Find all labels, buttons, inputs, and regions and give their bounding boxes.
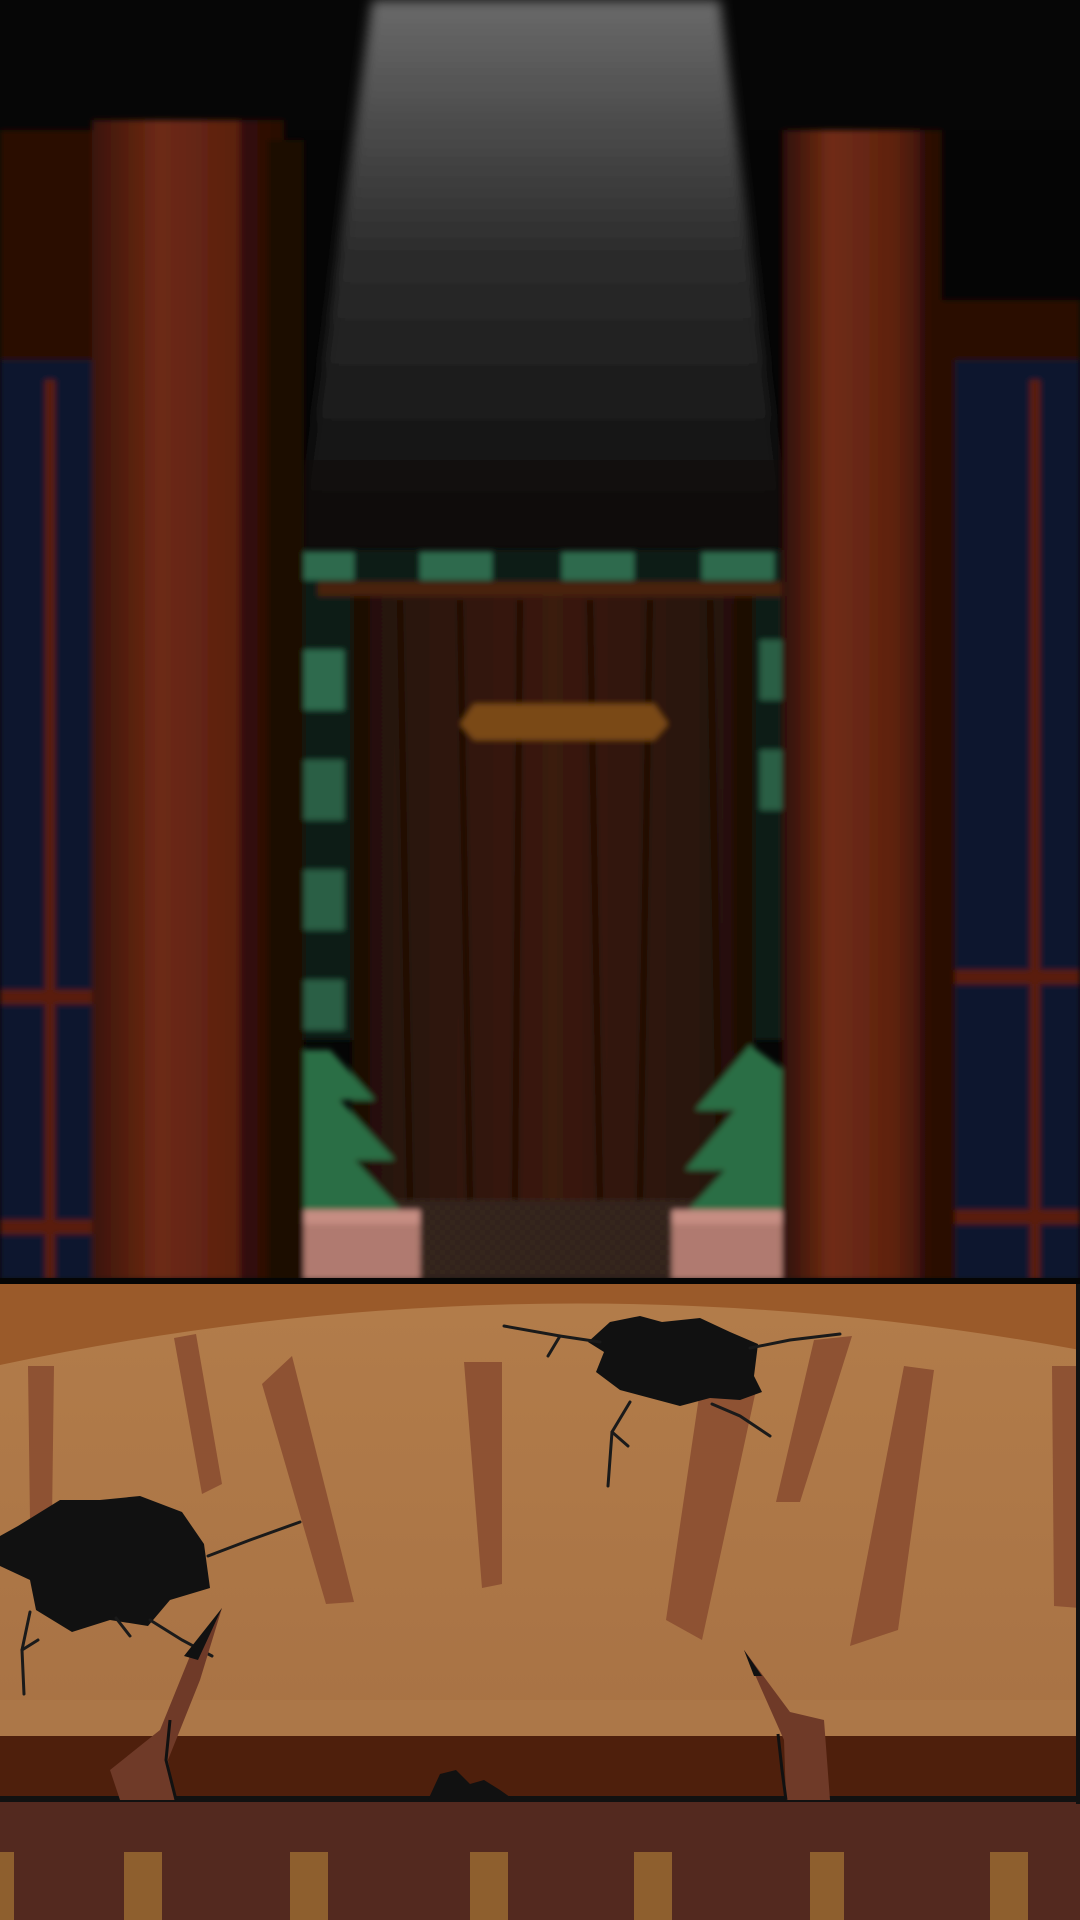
- scene-divider: [0, 1278, 1080, 1284]
- window-right: [940, 300, 1080, 1280]
- background-scene: [0, 0, 1080, 1284]
- right-pillar: [782, 130, 942, 1280]
- game-viewport[interactable]: [0, 0, 1080, 1920]
- cracked-wooden-counter[interactable]: [0, 1284, 1080, 1920]
- curtain-rod: [318, 582, 788, 596]
- game-canvas[interactable]: [0, 0, 1080, 1920]
- hallway-back-wall: [296, 460, 790, 560]
- counter-right-border: [1076, 1284, 1080, 1804]
- curtain-valance: [460, 704, 668, 740]
- left-pillar: [92, 120, 304, 1280]
- curtain: [352, 596, 754, 1206]
